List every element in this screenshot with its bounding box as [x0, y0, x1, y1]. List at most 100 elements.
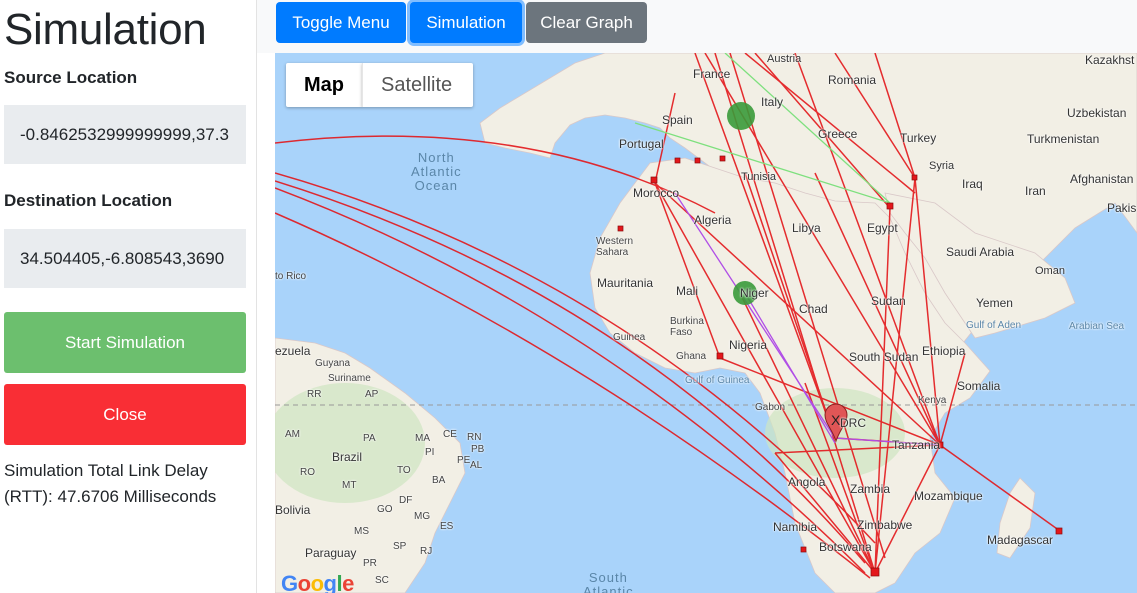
- map-label: Zimbabwe: [857, 518, 913, 532]
- map-type-satellite-button[interactable]: Satellite: [362, 63, 473, 107]
- map-label: MA: [415, 433, 430, 444]
- link: [939, 444, 1061, 532]
- map-label: Chad: [799, 302, 828, 316]
- map-label: MT: [342, 480, 357, 491]
- map-label: Libya: [792, 221, 821, 235]
- map-label: Madagascar: [987, 533, 1054, 547]
- map-label: Burkina Faso: [670, 316, 704, 338]
- node-marker: [800, 546, 807, 553]
- close-button[interactable]: Close: [4, 384, 246, 445]
- map-label: Iran: [1025, 184, 1046, 198]
- map-label: Somalia: [957, 379, 1001, 393]
- simulation-button[interactable]: Simulation: [410, 2, 522, 43]
- map-label: Turkey: [900, 131, 937, 145]
- map-label: CE: [443, 429, 457, 440]
- map-label: PR: [363, 558, 377, 569]
- map-label: RO: [300, 467, 315, 478]
- map-label: Tunisia: [741, 171, 777, 183]
- map-label: Paraguay: [305, 546, 357, 560]
- sidebar: Simulation Source Location Destination L…: [0, 0, 257, 593]
- map-label: Austria: [767, 53, 802, 65]
- map-label: Syria: [929, 160, 955, 172]
- node-marker: [870, 567, 880, 577]
- map-label: Mali: [676, 284, 699, 298]
- map-label: Tanzania: [892, 438, 941, 452]
- map-label: Portugal: [619, 137, 664, 151]
- map-label: Ghana: [676, 351, 707, 362]
- map-label: Angola: [788, 475, 826, 489]
- map-label: Spain: [662, 113, 693, 127]
- map-label: PB: [471, 444, 485, 455]
- map-label: DF: [399, 495, 413, 506]
- map-label: Gulf of Aden: [966, 320, 1022, 331]
- map-label: Guyana: [315, 358, 351, 369]
- node-marker: [674, 157, 681, 164]
- map-type-map-button[interactable]: Map: [286, 63, 362, 107]
- map-label: RJ: [420, 546, 433, 557]
- map-label: Suriname: [328, 373, 371, 384]
- map-label: Romania: [828, 73, 877, 87]
- map-label: France: [693, 67, 731, 81]
- map-label: Mozambique: [914, 489, 983, 503]
- map-label: Turkmenistan: [1027, 132, 1100, 146]
- node-marker: [694, 157, 701, 164]
- toggle-menu-button[interactable]: Toggle Menu: [276, 2, 406, 43]
- map-label: North Atlantic Ocean: [411, 150, 462, 193]
- map-label: Yemen: [976, 296, 1013, 310]
- map-label: GO: [377, 504, 393, 515]
- node-marker: [650, 176, 658, 184]
- map-label: Brazil: [332, 450, 363, 464]
- cluster-marker-europe[interactable]: [727, 102, 755, 130]
- map-label: AP: [365, 389, 379, 400]
- map-label: DRC: [840, 416, 866, 430]
- simulation-result-text: Simulation Total Link Delay (RTT): 47.67…: [4, 461, 217, 506]
- map-label: Botswana: [819, 540, 872, 554]
- map-label: South Atlantic: [583, 570, 634, 593]
- clear-graph-button[interactable]: Clear Graph: [526, 2, 647, 43]
- map-label: Greece: [818, 127, 858, 141]
- map-label: BA: [432, 475, 446, 486]
- map-label: Pakis: [1107, 201, 1137, 215]
- map-label: Ethiopia: [922, 344, 966, 358]
- map-label: RN: [467, 432, 482, 443]
- start-simulation-button[interactable]: Start Simulation: [4, 312, 246, 373]
- map-label: Arabian Sea: [1069, 321, 1125, 332]
- node-marker: [716, 352, 724, 360]
- map-label: MS: [354, 526, 369, 537]
- map-view[interactable]: X Map Satellite France Austria Romania K…: [275, 53, 1137, 593]
- map-label: Nigeria: [729, 338, 768, 352]
- map-label: Kazakhst: [1085, 53, 1135, 67]
- google-logo: Google: [281, 571, 354, 593]
- map-label: Guinea: [613, 332, 646, 343]
- map-label: Gulf of Guinea: [685, 375, 750, 386]
- map-label: SC: [375, 575, 389, 586]
- map-label: ezuela: [275, 344, 311, 358]
- map-label: Western Sahara: [596, 236, 634, 258]
- map-label: Sudan: [871, 294, 906, 308]
- source-location-input[interactable]: [4, 105, 246, 164]
- map-label: Niger: [740, 286, 769, 300]
- top-toolbar: Toggle Menu Simulation Clear Graph: [257, 0, 1137, 53]
- map-label: SP: [393, 541, 407, 552]
- map-label: Kenya: [918, 395, 947, 406]
- map-label: ES: [440, 521, 454, 532]
- node-marker: [911, 174, 918, 181]
- map-label: Egypt: [867, 221, 898, 235]
- map-label: TO: [397, 465, 411, 476]
- node-marker: [617, 225, 624, 232]
- map-label: PE: [457, 455, 471, 466]
- map-label: Morocco: [633, 186, 680, 200]
- map-label: PA: [363, 433, 376, 444]
- map-label: MG: [414, 511, 431, 522]
- map-label: Namibia: [773, 520, 818, 534]
- map-label: Italy: [761, 95, 784, 109]
- map-label: Iraq: [962, 177, 983, 191]
- map-label: PI: [425, 447, 435, 458]
- pin-label: X: [831, 412, 841, 428]
- destination-location-input[interactable]: [4, 229, 246, 288]
- source-location-label: Source Location: [4, 68, 138, 87]
- map-label: Bolivia: [275, 503, 311, 517]
- page-title: Simulation: [4, 5, 207, 54]
- map-label: Saudi Arabia: [946, 245, 1015, 259]
- destination-location-label: Destination Location: [4, 191, 173, 210]
